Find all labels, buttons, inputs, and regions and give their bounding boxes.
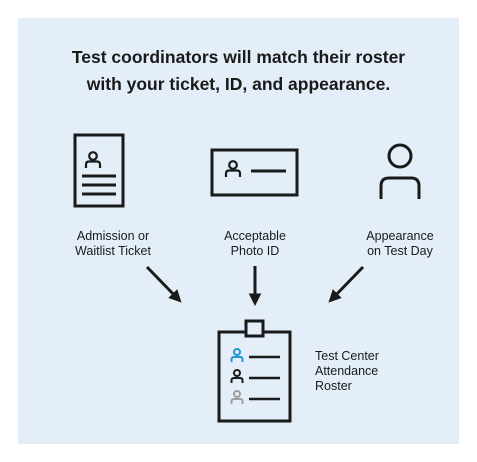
roster-row-2	[230, 369, 280, 383]
label-admission-line-2: Waitlist Ticket	[75, 244, 151, 258]
photo-id-card-icon	[210, 148, 299, 197]
arrow-from-appearance	[328, 265, 365, 303]
arrow-from-ticket	[145, 265, 182, 303]
label-photo-line-2: Photo ID	[230, 244, 280, 258]
label-photo-line-1: Acceptable	[224, 229, 286, 243]
label-roster: Test Center Attendance Roster	[315, 349, 435, 394]
label-photo-id: Acceptable Photo ID	[180, 229, 330, 259]
label-appearance: Appearance on Test Day	[325, 229, 475, 259]
person-icon	[379, 143, 421, 199]
document-ticket-icon	[73, 133, 125, 208]
clipboard-roster-icon	[217, 319, 292, 423]
label-admission-ticket: Admission or Waitlist Ticket	[38, 229, 188, 259]
label-roster-line-1: Test Center	[315, 349, 379, 363]
roster-row-1	[230, 348, 280, 362]
label-appearance-line-2: on Test Day	[367, 244, 433, 258]
label-roster-line-3: Roster	[315, 379, 352, 393]
label-roster-line-2: Attendance	[315, 364, 379, 378]
label-appearance-line-1: Appearance	[366, 229, 434, 243]
roster-row-3	[230, 390, 280, 404]
label-admission-line-1: Admission or	[76, 229, 150, 243]
